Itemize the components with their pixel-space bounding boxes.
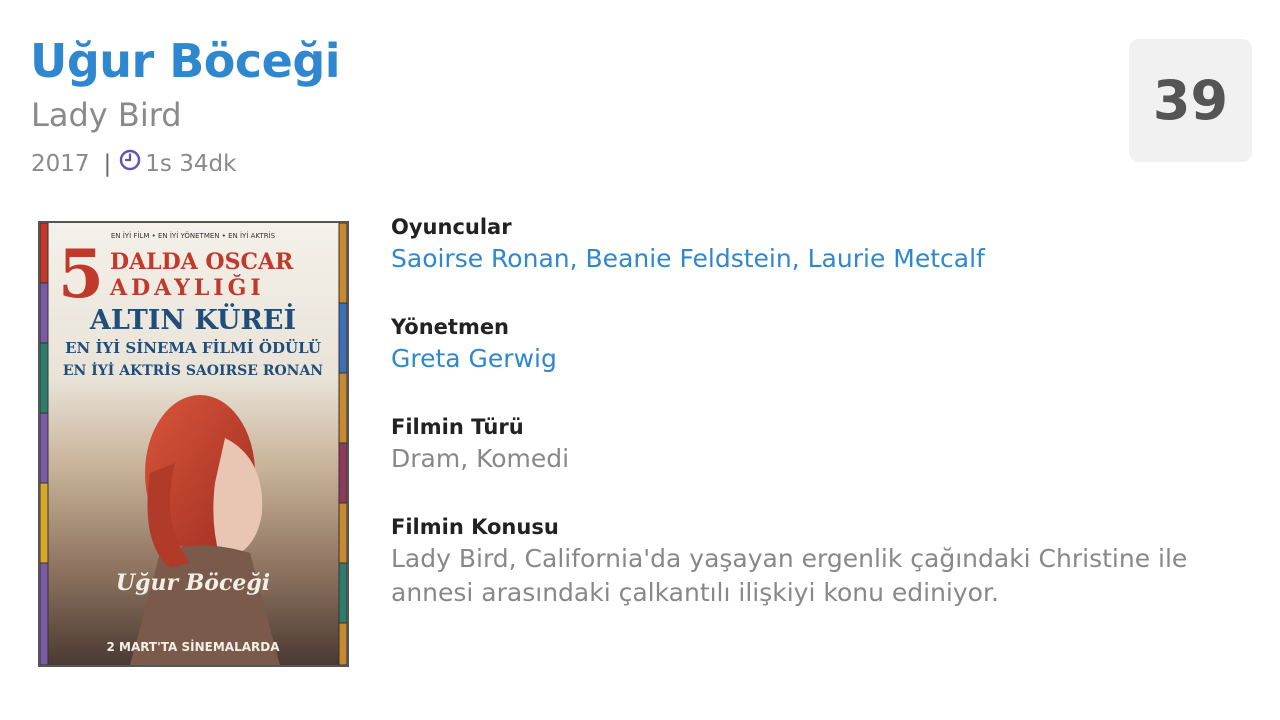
poster-top-text: EN İYİ FİLM • EN İYİ YÖNETMEN • EN İYİ A… xyxy=(111,231,276,240)
director-section: Yönetmen Greta Gerwig xyxy=(391,312,1251,376)
plot-section: Filmin Konusu Lady Bird, California'da y… xyxy=(391,512,1251,610)
meta-separator: | xyxy=(103,151,112,177)
poster-big-number: 5 xyxy=(58,235,104,313)
clock-icon xyxy=(120,149,141,171)
poster-logo: Uğur Böceği xyxy=(116,570,270,596)
cast-section: Oyuncular Saoirse Ronan, Beanie Feldstei… xyxy=(391,212,1251,276)
poster-line-5: EN İYİ AKTRİS SAOIRSE RONAN xyxy=(63,360,323,379)
cast-separator: , xyxy=(569,244,586,273)
plot-label: Filmin Konusu xyxy=(391,515,559,539)
poster-artwork: EN İYİ FİLM • EN İYİ YÖNETMEN • EN İYİ A… xyxy=(40,223,347,665)
poster-line-4: EN İYİ SİNEMA FİLMİ ÖDÜLÜ xyxy=(65,338,321,357)
poster-line-1: DALDA OSCAR xyxy=(110,249,294,275)
director-label: Yönetmen xyxy=(391,315,510,339)
plot-text: Lady Bird, California'da yaşayan ergenli… xyxy=(391,544,1188,607)
genre-value: Dram, Komedi xyxy=(391,444,570,473)
movie-details: Oyuncular Saoirse Ronan, Beanie Feldstei… xyxy=(391,212,1251,646)
cast-link[interactable]: Laurie Metcalf xyxy=(808,244,985,273)
release-year: 2017 xyxy=(31,151,90,177)
original-title: Lady Bird xyxy=(31,96,182,134)
cast-list: Saoirse Ronan, Beanie Feldstein, Laurie … xyxy=(391,242,1251,276)
score-badge: 39 xyxy=(1129,39,1252,162)
poster-line-3: ALTIN KÜREİ xyxy=(89,302,296,336)
poster-bottom-text: 2 MART'TA SİNEMALARDA xyxy=(106,639,280,654)
movie-title: Uğur Böceği xyxy=(30,34,341,88)
genre-label: Filmin Türü xyxy=(391,415,524,439)
poster-line-2: ADAYLIĞI xyxy=(109,274,265,301)
duration: 1s 34dk xyxy=(145,151,237,177)
director-link[interactable]: Greta Gerwig xyxy=(391,344,557,373)
cast-link[interactable]: Beanie Feldstein xyxy=(586,244,792,273)
cast-link[interactable]: Saoirse Ronan xyxy=(391,244,570,273)
movie-meta: 2017 | 1s 34dk xyxy=(31,149,237,177)
movie-poster[interactable]: EN İYİ FİLM • EN İYİ YÖNETMEN • EN İYİ A… xyxy=(38,221,349,667)
genre-section: Filmin Türü Dram, Komedi xyxy=(391,412,1251,476)
cast-separator: , xyxy=(791,244,808,273)
cast-label: Oyuncular xyxy=(391,215,512,239)
